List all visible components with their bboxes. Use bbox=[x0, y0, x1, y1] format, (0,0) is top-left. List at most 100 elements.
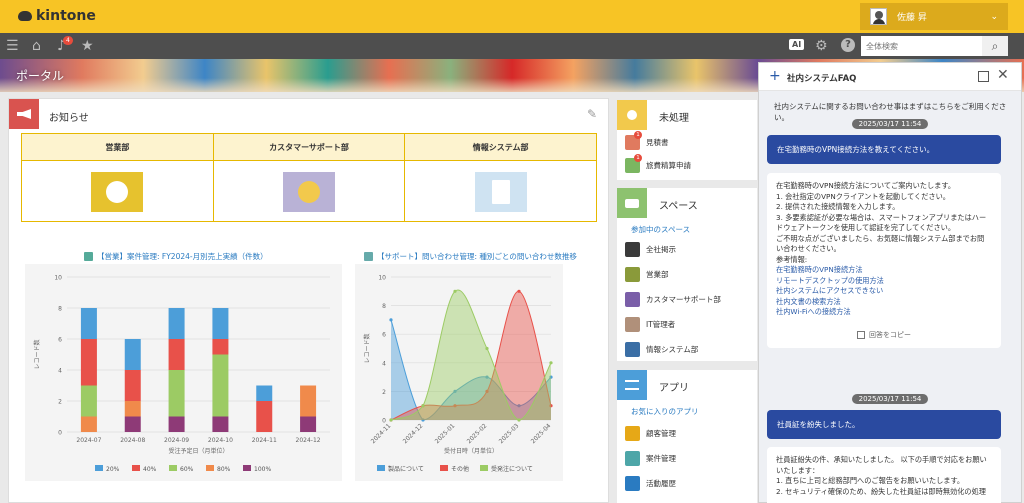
x-tick-label: 2024-11 bbox=[252, 437, 277, 444]
kintone-logo[interactable]: kintone bbox=[18, 8, 96, 24]
sales-chart-svg: 0 2 4 6 8 10 レコード数 2024-07 2024-08 2024-09 2024-10… bbox=[33, 275, 330, 473]
legend-swatch bbox=[95, 465, 103, 471]
ai-button[interactable]: AI bbox=[789, 39, 805, 50]
sidebar-item-quote[interactable]: 1 見積書 bbox=[625, 130, 755, 153]
new-chat-icon[interactable]: + bbox=[769, 69, 781, 83]
faq-chat-panel: + 社内システムFAQ ✕ 社内システムに関するお問い合わせ事はまずはこちらをご… bbox=[758, 62, 1022, 503]
space-panel: スペース 参加中のスペース 全社掲示 営業部 カスタマーサポート部 IT管理者 … bbox=[617, 188, 757, 361]
bar-segment bbox=[256, 385, 273, 401]
bar-segment bbox=[300, 416, 317, 432]
search-input[interactable] bbox=[861, 36, 982, 56]
user-name: 佐藤 昇 bbox=[897, 13, 927, 23]
faq-link[interactable]: 在宅勤務時のVPN接続方法 bbox=[776, 265, 992, 276]
chat-bubble-icon bbox=[617, 188, 647, 218]
faq-header: + 社内システムFAQ ✕ bbox=[759, 63, 1021, 91]
y-tick-label: 6 bbox=[382, 332, 386, 339]
sidebar-item-space[interactable]: 情報システム部 bbox=[625, 338, 755, 360]
y-tick-label: 2 bbox=[58, 399, 62, 406]
avatar bbox=[870, 8, 887, 25]
menu-icon[interactable]: ☰ bbox=[6, 38, 19, 54]
sidebar-item-label: 全社掲示 bbox=[646, 244, 676, 254]
sidebar-item-app[interactable]: 顧客管理 bbox=[625, 422, 755, 444]
toolbar: ☰ ⌂ ♪ 4 ★ AI ⚙ ? ⌕ bbox=[0, 33, 1024, 59]
sidebar-item-space[interactable]: IT管理者 bbox=[625, 313, 755, 335]
faq-link[interactable]: リモートデスクトップの使用方法 bbox=[776, 276, 992, 287]
x-tick-label: 2024-07 bbox=[76, 437, 101, 444]
support-chart-title-text: 【サポート】問い合わせ管理: 種別ごとの問い合わせ数推移 bbox=[377, 252, 577, 261]
x-tick-label: 2025-01 bbox=[434, 422, 457, 445]
bar-segment bbox=[80, 339, 97, 386]
legend-swatch bbox=[243, 465, 251, 471]
legend-swatch bbox=[132, 465, 140, 471]
message-date: 2025/03/17 11:54 bbox=[759, 394, 1021, 404]
x-tick-label: 2024-08 bbox=[120, 437, 145, 444]
legend-label: 受発注について bbox=[491, 465, 533, 473]
home-icon[interactable]: ⌂ bbox=[32, 38, 41, 54]
sidebar-item-space[interactable]: 全社掲示 bbox=[625, 238, 755, 260]
apps-title: アプリ bbox=[659, 383, 689, 394]
space-thumbnail-icon bbox=[625, 291, 640, 307]
page-title: ポータル bbox=[16, 69, 65, 83]
legend-swatch bbox=[440, 465, 448, 471]
legend-label: 100% bbox=[254, 466, 271, 473]
department-column: カスタマーサポート部 bbox=[213, 134, 406, 221]
department-name[interactable]: カスタマーサポート部 bbox=[213, 134, 405, 161]
y-tick-label: 10 bbox=[378, 275, 386, 282]
data-point bbox=[421, 404, 425, 408]
data-point bbox=[517, 418, 521, 422]
data-point bbox=[485, 346, 489, 351]
bar-segment bbox=[212, 339, 229, 355]
sales-chart-title-text: 【営業】案件管理: FY2024-月別売上実績（件数） bbox=[97, 252, 268, 261]
gear-icon[interactable]: ⚙ bbox=[815, 38, 828, 54]
document-icon[interactable] bbox=[474, 171, 527, 212]
sidebar-item-label: 活動履歴 bbox=[646, 478, 676, 488]
pending-panel: 未処理 1 見積書 1 旅費精算申請 bbox=[617, 100, 757, 180]
bar-segment bbox=[168, 416, 185, 432]
sidebar-item-label: 顧客管理 bbox=[646, 428, 676, 438]
department-name[interactable]: 情報システム部 bbox=[405, 134, 597, 161]
phone-support-icon[interactable] bbox=[283, 171, 335, 212]
sidebar-item-space[interactable]: カスタマーサポート部 bbox=[625, 288, 755, 310]
sidebar-item-app[interactable]: 案件管理 bbox=[625, 447, 755, 469]
copy-answer-label: 回答をコピー bbox=[869, 330, 911, 339]
data-point bbox=[549, 361, 553, 365]
sidebar-item-travel-expense[interactable]: 1 旅費精算申請 bbox=[625, 153, 755, 176]
department-table: 営業部 カスタマーサポート部 情報システム部 bbox=[21, 133, 597, 222]
star-icon[interactable]: ★ bbox=[81, 38, 94, 54]
notification-count-badge: 4 bbox=[63, 36, 73, 45]
faq-link[interactable]: 社内システムにアクセスできない bbox=[776, 286, 992, 297]
faq-link[interactable]: 社内Wi-Fiへの接続方法 bbox=[776, 307, 992, 318]
app-icon: 1 bbox=[625, 130, 642, 150]
space-thumbnail-icon bbox=[625, 241, 640, 257]
faq-title: 社内システムFAQ bbox=[787, 74, 857, 84]
user-menu[interactable]: 佐藤 昇 ⌄ bbox=[860, 3, 1008, 30]
user-message: 社員証を紛失しました。 bbox=[767, 410, 1001, 439]
sidebar-item-app[interactable]: 活動履歴 bbox=[625, 472, 755, 494]
bar-segment bbox=[168, 370, 185, 417]
legend-label: 60% bbox=[180, 466, 194, 473]
x-tick-label: 2024-12 bbox=[296, 437, 321, 444]
search-button[interactable]: ⌕ bbox=[982, 36, 1008, 56]
bar-segment bbox=[80, 416, 97, 432]
sales-chart: 0 2 4 6 8 10 レコード数 2024-07 2024-08 2024-09 2024-10… bbox=[25, 264, 342, 481]
bar-segment bbox=[124, 370, 141, 401]
department-name[interactable]: 営業部 bbox=[22, 134, 213, 161]
sales-chart-icon[interactable] bbox=[91, 171, 144, 212]
support-chart-title[interactable]: 【サポート】問い合わせ管理: 種別ごとの問い合わせ数推移 bbox=[364, 251, 577, 262]
sidebar-item-space[interactable]: 営業部 bbox=[625, 263, 755, 285]
help-icon[interactable]: ? bbox=[841, 38, 855, 52]
x-tick-label: 2025-02 bbox=[466, 422, 489, 445]
bar-segment bbox=[124, 339, 141, 370]
apps-subheading: お気に入りのアプリ bbox=[631, 407, 699, 416]
close-icon[interactable]: ✕ bbox=[997, 67, 1009, 83]
message-date: 2025/03/17 11:54 bbox=[759, 119, 1021, 129]
sales-chart-title[interactable]: 【営業】案件管理: FY2024-月別売上実績（件数） bbox=[84, 251, 268, 262]
y-tick-label: 10 bbox=[54, 275, 62, 282]
bar-segment bbox=[80, 385, 97, 417]
sidebar-item-label: 営業部 bbox=[646, 269, 669, 279]
edit-icon[interactable]: ✎ bbox=[587, 107, 597, 121]
expand-icon[interactable] bbox=[978, 71, 989, 82]
faq-link[interactable]: 社内文書の検索方法 bbox=[776, 297, 992, 308]
app-icon bbox=[625, 425, 640, 441]
copy-answer-button[interactable]: 回答をコピー bbox=[776, 330, 992, 341]
